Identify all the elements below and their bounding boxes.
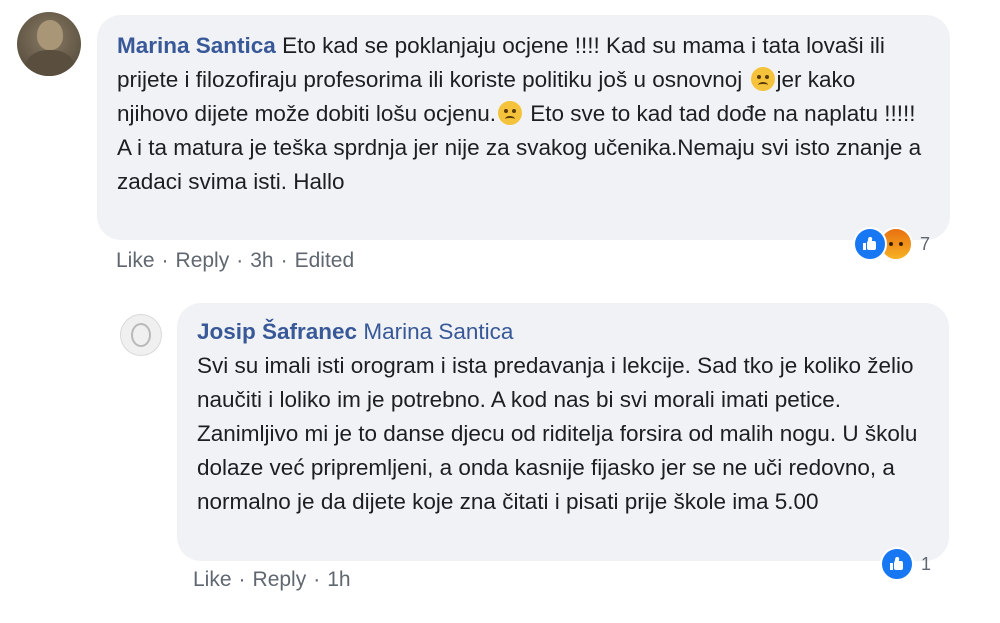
reply-author-name[interactable]: Josip Šafranec [197, 319, 357, 344]
reply-text: Svi su imali isti orogram i ista predava… [197, 353, 918, 514]
comment-reactions[interactable]: 7 [853, 227, 930, 261]
like-button[interactable]: Like [116, 249, 155, 273]
comment-text: Marina Santica Eto kad se poklanjaju ocj… [117, 29, 930, 199]
comment-timestamp[interactable]: 3h [250, 249, 273, 273]
confused-face-icon [497, 101, 522, 125]
edited-label[interactable]: Edited [295, 249, 355, 273]
reply-mention[interactable]: Marina Santica [363, 319, 513, 344]
commenter-avatar[interactable] [17, 12, 81, 76]
separator-dot: · [161, 249, 169, 272]
reply-button[interactable]: Reply [253, 568, 307, 592]
replier-avatar[interactable] [120, 314, 162, 356]
confused-face-icon [750, 67, 775, 91]
comment-author-name[interactable]: Marina Santica [117, 33, 276, 58]
reply-reactions[interactable]: 1 [880, 547, 931, 581]
avatar-placeholder-shape [131, 323, 151, 347]
reaction-count: 7 [920, 233, 931, 254]
separator-dot: · [238, 568, 246, 591]
reply-actions: Like · Reply · 1h [193, 568, 351, 592]
like-icon [880, 547, 914, 581]
like-icon [853, 227, 887, 261]
reply-timestamp[interactable]: 1h [327, 568, 350, 592]
reaction-count: 1 [921, 553, 932, 574]
comment-bubble: Marina Santica Eto kad se poklanjaju ocj… [97, 15, 950, 240]
like-button[interactable]: Like [193, 568, 232, 592]
reply-text-block: Josip Šafranec Marina Santica Svi su ima… [197, 315, 929, 519]
avatar-face-shape [37, 20, 63, 50]
separator-dot: · [313, 568, 321, 591]
reply-bubble: Josip Šafranec Marina Santica Svi su ima… [177, 303, 949, 561]
separator-dot: · [236, 249, 244, 272]
separator-dot: · [280, 249, 288, 272]
comment-actions: Like · Reply · 3h · Edited [116, 249, 354, 273]
avatar-body-shape [25, 50, 75, 76]
reply-button[interactable]: Reply [176, 249, 230, 273]
